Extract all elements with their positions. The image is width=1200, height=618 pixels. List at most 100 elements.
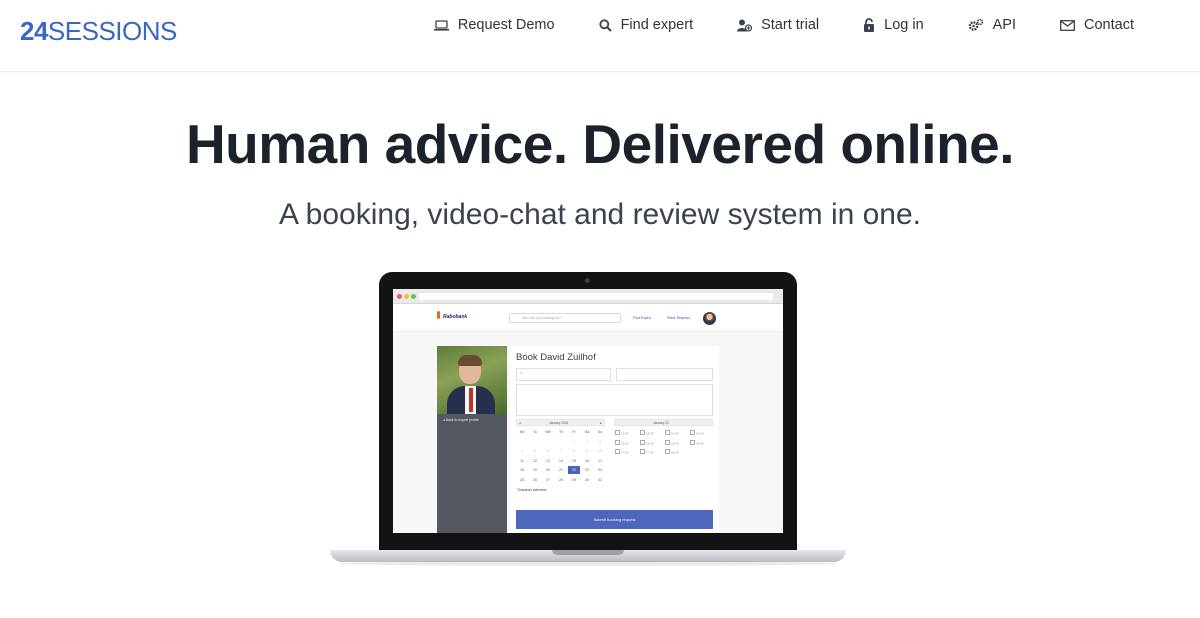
logo-word: SESSIONS [47, 16, 177, 46]
calendar-day: 4 [521, 449, 523, 453]
nav-label-start-trial: Start trial [761, 17, 820, 33]
back-link-label: Back to expert profile [445, 418, 479, 422]
mockup-back-link: ◂ Back to expert profile [443, 418, 479, 422]
nav-label-find-expert: Find expert [620, 17, 694, 33]
calendar-weekday: Su [597, 430, 603, 434]
site-logo[interactable]: 24SESSIONS [20, 16, 177, 47]
nav-label-request-demo: Request Demo [457, 17, 555, 33]
calendar-month-title: January 2016 [549, 421, 569, 425]
calendar-day: 11 [520, 458, 524, 463]
calendar-day: 20 [546, 468, 550, 472]
calendar-day: 26 [533, 477, 537, 482]
laptop-camera [585, 278, 590, 283]
search-icon [598, 18, 612, 32]
calendar-day: 21 [559, 468, 563, 472]
calendar-weekday: Th [558, 430, 564, 434]
nav-api[interactable]: API [968, 17, 1016, 33]
calendar-day: 31 [598, 477, 602, 482]
site-header: 24SESSIONS Request Demo Find expert Star… [0, 0, 1200, 72]
mockup-link-place-request: Place Request [667, 316, 690, 320]
calendar-day: 1 [573, 439, 575, 444]
gears-icon [968, 18, 983, 31]
envelope-icon [1060, 19, 1075, 31]
calendar-day: 14 [559, 458, 563, 463]
calendar-weekday: Fr [572, 430, 576, 434]
maximize-dot-icon [411, 294, 416, 299]
timeslot-option: 16:30 [690, 440, 704, 445]
nav-label-log-in: Log in [884, 17, 924, 33]
minimize-dot-icon [404, 294, 409, 299]
calendar-day: 13 [546, 458, 550, 463]
hero-subheadline: A booking, video-chat and review system … [278, 198, 922, 231]
user-plus-icon [737, 19, 753, 32]
browser-url-bar [419, 293, 773, 300]
timeslot-option: 13:00 [615, 430, 629, 436]
mockup-email-field [616, 368, 713, 381]
calendar-day: 16 [585, 458, 589, 463]
calendar-day: 2 [586, 439, 588, 444]
nav-label-api: API [992, 17, 1017, 33]
timeslot-option: 17:00 [615, 449, 629, 455]
expert-photo [437, 346, 507, 414]
laptop-shadow [338, 561, 838, 566]
nav-find-expert[interactable]: Find expert [598, 17, 694, 33]
timeslot-day-title: January 22 [653, 421, 669, 425]
bank-logo-icon [437, 311, 440, 319]
calendar-month-header: ◂ January 2016 ▸ [516, 419, 605, 426]
timeslot-option: 17:30 [640, 449, 654, 455]
laptop-mockup: Rabobank Who are you looking for? Find E… [330, 272, 846, 568]
hero-headline: Human advice. Delivered online. [185, 113, 1015, 175]
calendar-day: 23 [585, 468, 589, 472]
booking-panel: Book David Zuilhof Sc ◂ January 2016 ▸ M… [510, 346, 719, 533]
calendar-day: 12 [533, 458, 537, 463]
timeslot-option: 18:00 [665, 449, 679, 455]
calendar-weekday: Mo [519, 430, 525, 434]
mockup-name-field: Sc [516, 368, 611, 381]
nav-label-contact: Contact [1084, 17, 1134, 33]
calendar-weekday: We [545, 430, 551, 434]
lock-icon [864, 18, 875, 32]
laptop-screen: Rabobank Who are you looking for? Find E… [393, 289, 783, 533]
timeslot-option: 14:30 [690, 430, 704, 436]
calendar-day: 25 [520, 477, 524, 482]
calendar-day: 6 [547, 449, 549, 453]
calendar-prev-icon: ◂ [519, 421, 521, 425]
mockup-link-find-expert: Find Expert [633, 316, 651, 320]
calendar-day: 24 [598, 468, 602, 472]
laptop-icon [433, 19, 449, 31]
nav-contact[interactable]: Contact [1060, 17, 1134, 33]
calendar-day: 5 [534, 449, 536, 453]
mockup-avatar [703, 312, 716, 325]
browser-chrome [393, 289, 783, 304]
timeslots-selected-label: Timeslots selected: [517, 488, 547, 492]
submit-booking-button: Submit booking request [516, 510, 713, 529]
calendar-day: 19 [533, 468, 537, 472]
main-nav: Request Demo Find expert Start trial Log… [433, 0, 1134, 50]
calendar-day: 8 [573, 449, 575, 453]
timeslot-option: 15:00 [615, 440, 629, 445]
calendar-day-selected: 22 [568, 466, 580, 474]
logo-number: 24 [20, 16, 48, 46]
timeslot-option: 14:00 [665, 430, 679, 436]
calendar-next-icon: ▸ [600, 421, 602, 425]
timeslot-option: 15:30 [640, 440, 654, 445]
close-dot-icon [397, 294, 402, 299]
laptop-notch [552, 550, 624, 555]
laptop-lid: Rabobank Who are you looking for? Find E… [379, 272, 797, 552]
calendar-day: 29 [572, 477, 576, 482]
calendar-day: 18 [520, 468, 524, 472]
calendar-day: 10 [598, 449, 602, 453]
calendar-day: 15 [572, 458, 576, 463]
nav-log-in[interactable]: Log in [863, 17, 924, 33]
mockup-search-field: Who are you looking for? [509, 313, 621, 323]
calendar-day: 3 [599, 439, 601, 444]
nav-request-demo[interactable]: Request Demo [433, 17, 555, 33]
nav-start-trial[interactable]: Start trial [737, 17, 819, 33]
expert-profile-column: ◂ Back to expert profile [437, 346, 507, 533]
calendar-weekday: Sa [584, 430, 590, 434]
timeslot-day-header: January 22 [614, 419, 713, 426]
calendar-day: 28 [559, 477, 563, 482]
name-field-placeholder: Sc [520, 371, 524, 375]
calendar-weekday: Tu [533, 430, 537, 434]
mockup-message-field [516, 384, 713, 416]
